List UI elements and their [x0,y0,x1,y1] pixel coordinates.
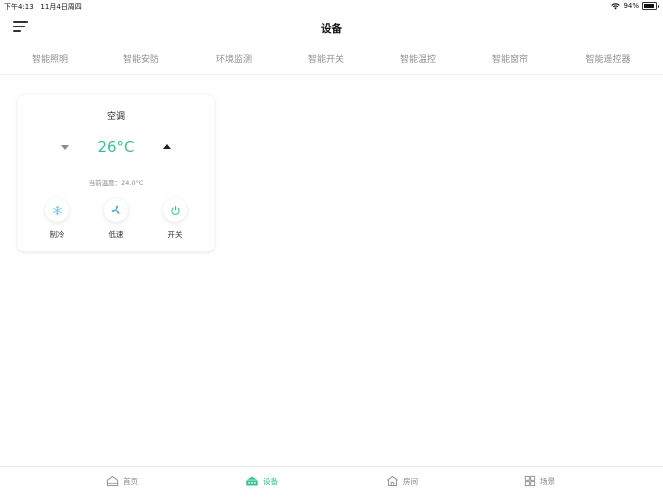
tab-smart-curtain[interactable]: 智能窗帘 [490,48,530,71]
device-name: 空调 [106,112,125,122]
fan-speed-button[interactable] [104,198,128,222]
wifi-icon [611,2,621,9]
tab-label: 环境监测 [215,55,253,65]
snowflake-icon [52,205,62,215]
power-control: 开关 [155,198,195,240]
scene-icon [524,475,536,487]
room-icon [387,475,398,487]
tab-smart-switch[interactable]: 智能开关 [306,48,346,71]
nav-rooms-label: 房间 [403,476,418,486]
nav-home[interactable]: 首页 [106,475,138,487]
status-right: 94% [611,2,659,10]
temperature-control: 26°C [18,135,214,157]
tab-smart-thermostat[interactable]: 智能温控 [398,48,438,71]
fan-icon [111,205,120,214]
tab-smart-remote[interactable]: 智能遥控器 [583,48,632,71]
tab-label: 智能照明 [31,55,69,65]
page-title: 设备 [321,23,342,35]
tab-environment-monitor[interactable]: 环境监测 [214,48,254,71]
battery-icon [642,2,659,10]
home-icon [106,475,119,487]
status-time: 下午4:13 [4,3,34,11]
nav-rooms[interactable]: 房间 [386,475,418,487]
status-date: 11月4日周四 [40,3,82,11]
fan-control: 低速 [96,198,136,240]
tab-smart-security[interactable]: 智能安防 [121,48,161,71]
battery-percent: 94% [623,2,639,10]
category-tabs: 智能照明 智能安防 环境监测 智能开关 智能温控 智能窗帘 智能遥控器 [0,48,663,74]
nav-scenes-label: 场景 [540,476,555,486]
ac-device-card: 空调 26°C 当前温度：24.0°C 制冷 低速 开关 [18,95,214,251]
power-button[interactable] [163,198,187,222]
nav-devices-label: 设备 [263,476,278,486]
bottom-nav: 首页 设备 房间 场景 [0,466,663,498]
nav-home-label: 首页 [123,476,138,486]
battery-level [644,4,655,8]
set-temperature: 26°C [97,138,135,156]
power-icon [170,205,180,215]
power-label: 开关 [167,230,183,239]
header: 设备 [0,14,663,42]
status-bar: 下午4:13 11月4日周四 94% [0,0,663,14]
tab-label: 智能安防 [122,55,160,65]
mode-control: 制冷 [37,198,77,240]
tab-label: 智能开关 [307,55,345,65]
status-datetime: 下午4:13 11月4日周四 [4,2,82,12]
nav-scenes[interactable]: 场景 [524,475,555,487]
fan-label: 低速 [108,230,124,239]
tab-label: 智能窗帘 [491,55,529,65]
mode-cool-button[interactable] [45,198,69,222]
nav-devices[interactable]: 设备 [245,475,278,487]
current-temperature: 当前温度：24.0°C [88,179,144,187]
tab-label: 智能遥控器 [585,55,631,65]
tab-smart-lighting[interactable]: 智能照明 [30,48,70,71]
mode-label: 制冷 [49,230,65,239]
tab-divider [0,74,663,75]
device-icon [246,476,258,486]
tab-label: 智能温控 [399,55,437,65]
temp-increase-button[interactable] [163,144,171,149]
